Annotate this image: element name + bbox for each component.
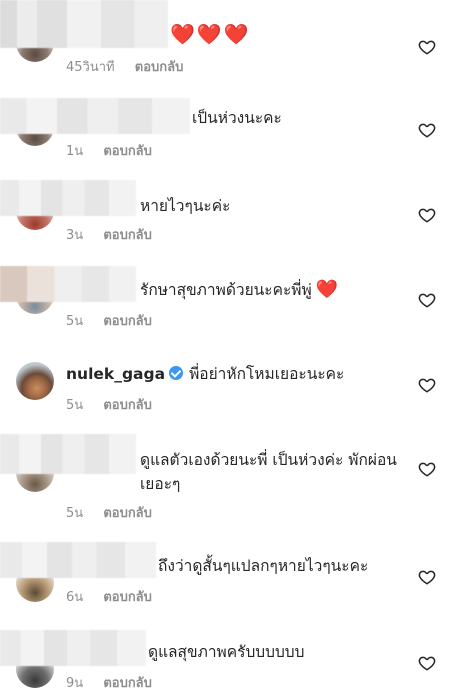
comment-time: 45วินาที [66, 60, 115, 75]
username-redacted [0, 0, 168, 48]
heart-outline-icon [418, 208, 436, 223]
reply-button[interactable]: ตอบกลับ [103, 676, 152, 691]
comment-time: 9น [66, 676, 84, 691]
username-redacted [0, 98, 190, 134]
heart-outline-icon [418, 462, 436, 477]
comment-time: 5น [66, 314, 84, 329]
comment-text: รักษาสุขภาพด้วยนะคะพี่พู่ ❤️ [140, 278, 338, 302]
comment-text: ถึงว่าดูสั้นๆแปลกๆหายไวๆนะคะ [158, 557, 369, 575]
comment-text: ❤️❤️❤️ [170, 22, 251, 48]
comment-item: เป็นห่วงนะคะ 1น ตอบกลับ [0, 84, 462, 168]
verified-badge-icon [169, 366, 184, 380]
comment-time: 6น [66, 590, 84, 605]
username-redacted [0, 180, 136, 216]
comment-item: ❤️❤️❤️ 45วินาที ตอบกลับ [0, 0, 462, 84]
comment-text: เป็นห่วงนะคะ [192, 109, 282, 127]
comment-list: ❤️❤️❤️ 45วินาที ตอบกลับ เป็นห่วงนะคะ 1น … [0, 0, 462, 696]
comment-text: ดูแลสุขภาพครับบบบบบ [148, 643, 305, 661]
comment-text: หายไวๆนะค่ะ [140, 197, 231, 215]
heart-outline-icon [418, 293, 436, 308]
like-button[interactable] [418, 206, 436, 224]
heart-outline-icon [418, 570, 436, 585]
comment-meta: 3น ตอบกลับ [66, 224, 152, 245]
comment-time: 5น [66, 506, 84, 521]
reply-button[interactable]: ตอบกลับ [103, 144, 152, 159]
username-redacted [0, 630, 146, 666]
comment-item: หายไวๆนะค่ะ 3น ตอบกลับ [0, 168, 462, 252]
comment-item: ดูแลตัวเองด้วยนะพี่ เป็นห่วงค่ะ พักผ่อนเ… [0, 420, 462, 524]
comment-text: ดูแลตัวเองด้วยนะพี่ เป็นห่วงค่ะ พักผ่อนเ… [140, 451, 397, 493]
username-redacted [0, 542, 156, 578]
comment-item: nulek_gaga พี่อย่าหักโหมเยอะนะคะ 5น ตอบกล… [0, 336, 462, 420]
like-button[interactable] [418, 460, 436, 478]
comment-item: รักษาสุขภาพด้วยนะคะพี่พู่ ❤️ 5น ตอบกลับ [0, 252, 462, 336]
comment-hearts: ❤️❤️❤️ [170, 22, 251, 46]
heart-outline-icon [418, 656, 436, 671]
comment-meta: 5น ตอบกลับ [66, 502, 152, 523]
comment-item: ถึงว่าดูสั้นๆแปลกๆหายไวๆนะคะ 6น ตอบกลับ [0, 528, 462, 612]
comment-time: 3น [66, 228, 84, 243]
reply-button[interactable]: ตอบกลับ [103, 398, 152, 413]
comment-meta: 5น ตอบกลับ [66, 310, 152, 331]
comment-meta: 6น ตอบกลับ [66, 586, 152, 607]
heart-outline-icon [418, 40, 436, 55]
like-button[interactable] [418, 291, 436, 309]
comment-meta: 9น ตอบกลับ [66, 672, 152, 693]
comment-username[interactable]: nulek_gaga [66, 365, 165, 383]
avatar[interactable] [16, 362, 54, 400]
like-button[interactable] [418, 121, 436, 139]
like-button[interactable] [418, 376, 436, 394]
username-redacted [0, 266, 136, 302]
heart-outline-icon [418, 123, 436, 138]
comment-time: 5น [66, 398, 84, 413]
comment-time: 1น [66, 144, 84, 159]
comment-heart: ❤️ [315, 279, 339, 300]
reply-button[interactable]: ตอบกลับ [135, 60, 184, 75]
comment-meta: 45วินาที ตอบกลับ [66, 56, 183, 77]
comment-body: รักษาสุขภาพด้วยนะคะพี่พู่ [140, 281, 312, 299]
comment-meta: 1น ตอบกลับ [66, 140, 152, 161]
reply-button[interactable]: ตอบกลับ [103, 314, 152, 329]
comment-item: ดูแลสุขภาพครับบบบบบ 9น ตอบกลับ [0, 612, 462, 696]
like-button[interactable] [418, 654, 436, 672]
heart-outline-icon [418, 378, 436, 393]
comment-text: nulek_gaga พี่อย่าหักโหมเยอะนะคะ [66, 362, 344, 386]
reply-button[interactable]: ตอบกลับ [103, 590, 152, 605]
reply-button[interactable]: ตอบกลับ [103, 228, 152, 243]
comment-meta: 5น ตอบกลับ [66, 394, 152, 415]
like-button[interactable] [418, 568, 436, 586]
username-redacted [0, 434, 136, 474]
like-button[interactable] [418, 38, 436, 56]
comment-body: พี่อย่าหักโหมเยอะนะคะ [189, 365, 345, 383]
reply-button[interactable]: ตอบกลับ [103, 506, 152, 521]
